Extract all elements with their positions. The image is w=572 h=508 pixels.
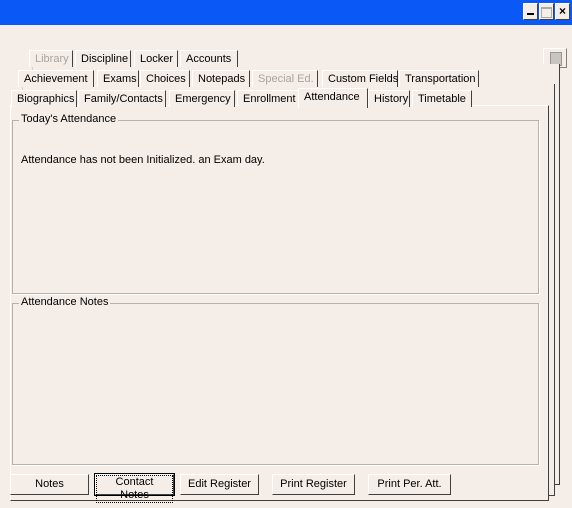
minimize-button[interactable]	[523, 3, 538, 20]
tab-achievement[interactable]: Achievement	[18, 70, 94, 87]
tab-history[interactable]: History	[368, 90, 410, 107]
edit-register-button[interactable]: Edit Register	[180, 474, 259, 495]
attendance-notes-label: Attendance Notes	[19, 296, 111, 308]
tab-emergency[interactable]: Emergency	[169, 90, 235, 107]
print-per-att-button[interactable]: Print Per. Att.	[368, 474, 451, 495]
tab-exams[interactable]: Exams	[97, 70, 139, 87]
tab-choices[interactable]: Choices	[140, 70, 190, 87]
notes-button[interactable]: Notes	[10, 474, 89, 495]
close-button[interactable]: ×	[555, 3, 570, 20]
maximize-button[interactable]	[539, 3, 554, 20]
tab-special-ed: Special Ed.	[252, 70, 318, 87]
tab-enrollment[interactable]: Enrollment	[237, 90, 299, 107]
tab-locker[interactable]: Locker	[134, 50, 178, 67]
tab-transportation[interactable]: Transportation	[399, 70, 479, 87]
tab-accounts[interactable]: Accounts	[180, 50, 238, 67]
attendance-status-message: Attendance has not been Initialized. an …	[21, 154, 265, 166]
close-icon: ×	[558, 4, 566, 18]
minimize-icon	[527, 13, 534, 15]
tab-notepads[interactable]: Notepads	[192, 70, 250, 87]
tab-library: Library	[29, 50, 73, 67]
attendance-notes-group: Attendance Notes	[12, 296, 539, 465]
tab-attendance[interactable]: Attendance	[298, 88, 368, 108]
tab-timetable[interactable]: Timetable	[412, 90, 472, 107]
tab-biographics[interactable]: Biographics	[11, 90, 77, 107]
print-register-button[interactable]: Print Register	[272, 474, 355, 495]
tab-family-contacts[interactable]: Family/Contacts	[78, 90, 166, 107]
tab-custom-fields[interactable]: Custom Fields	[322, 70, 398, 87]
contact-notes-button[interactable]: Contact Notes	[94, 473, 175, 503]
todays-attendance-group: Today's Attendance Attendance has not be…	[12, 113, 539, 294]
tab-discipline[interactable]: Discipline	[75, 50, 131, 67]
maximize-icon	[541, 7, 552, 18]
todays-attendance-label: Today's Attendance	[19, 113, 119, 125]
window-titlebar: ×	[0, 0, 572, 25]
